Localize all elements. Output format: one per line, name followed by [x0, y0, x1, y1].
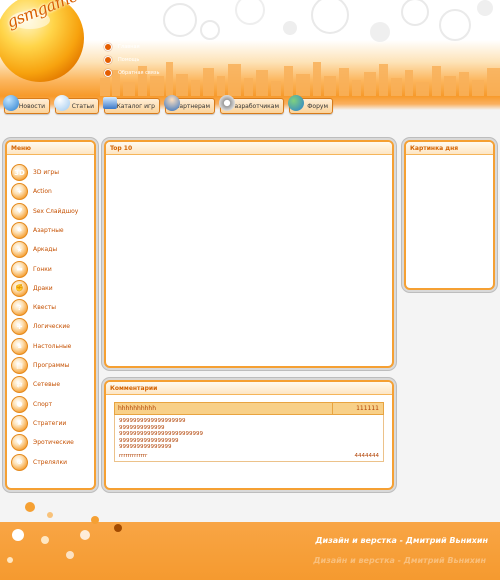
menu-item[interactable]: ★ Аркады — [11, 241, 95, 259]
globe-icon — [3, 95, 19, 111]
menu-item[interactable]: ▬ Гонки — [11, 260, 95, 278]
program-icon: ▤ — [11, 357, 28, 374]
menu-title: Меню — [7, 142, 94, 155]
menu-item[interactable]: ✊ Драки — [11, 279, 95, 297]
3d-icon: 3D — [11, 164, 28, 181]
home-icon — [104, 42, 112, 51]
menu-item[interactable]: ⇄ Сетевые — [11, 376, 95, 394]
header: gsmgame.ru Главная Помощь Обратная связь — [0, 0, 500, 96]
nav-catalog[interactable]: Каталог игр — [103, 97, 160, 114]
picture-of-day-title: Картинка дня — [406, 142, 493, 155]
menu-item-label: Гонки — [33, 265, 52, 273]
menu-item-label: Action — [33, 188, 52, 196]
help-icon — [104, 55, 112, 64]
car-icon: ▬ — [11, 260, 28, 278]
nav-news[interactable]: Новости — [3, 95, 50, 114]
chess-icon: ♞ — [11, 337, 28, 355]
comment-line: 999999999999999 — [119, 444, 172, 450]
nav-forum[interactable]: Форум — [288, 95, 333, 114]
decorative-bubbles — [163, 0, 493, 42]
menu-item-label: 3D игры — [33, 169, 59, 176]
menu-item-label: Настольные — [33, 342, 72, 350]
menu-item[interactable]: ✚ Логические — [11, 318, 95, 336]
nav-label: Разработчикам — [230, 102, 279, 110]
quick-link-home[interactable]: Главная — [104, 40, 159, 53]
quick-link-label: Главная — [118, 43, 140, 50]
nav-label: Каталог игр — [116, 102, 155, 110]
fist-icon: ✊ — [11, 279, 28, 297]
menu-item[interactable]: ⊕ Стрелялки — [11, 453, 95, 471]
picture-of-day-panel: Картинка дня — [404, 140, 495, 290]
nav-partners[interactable]: Партнерам — [164, 95, 215, 114]
person-icon — [164, 95, 180, 111]
comments-panel: Комментарии hhhhhhhhhh 111111 9999999999… — [104, 380, 394, 490]
gear-icon — [219, 95, 235, 111]
menu-item[interactable]: ♞ Настольные — [11, 337, 95, 355]
menu-item-label: Программы — [33, 362, 70, 369]
comment-footer-left: rrrrrrrrrrrrr — [119, 453, 148, 459]
comment-author[interactable]: hhhhhhhhhh — [115, 403, 333, 414]
network-icon: ⇄ — [11, 376, 28, 394]
menu-item[interactable]: ♥ Sex Слайдшоу — [11, 202, 95, 220]
crosshair-icon: ⊕ — [11, 453, 28, 471]
ball-icon: ● — [11, 395, 28, 413]
comments-title: Комментарии — [106, 382, 392, 395]
nav-label: Партнерам — [174, 102, 210, 110]
menu-item[interactable]: ♜ Стратегии — [11, 414, 95, 432]
menu-item[interactable]: ▤ Программы — [11, 357, 95, 374]
menu-item[interactable]: 3D 3D игры — [11, 164, 95, 181]
speech-bubble-icon — [54, 95, 70, 111]
menu-item[interactable]: ♠ Азартные — [11, 221, 95, 239]
menu-item-label: Эротические — [33, 439, 74, 447]
footer-decor-dots — [7, 502, 122, 563]
top10-title: Top 10 — [106, 142, 392, 155]
nav-label: Форум — [307, 102, 328, 110]
quick-links: Главная Помощь Обратная связь — [104, 40, 159, 79]
top10-panel: Top 10 — [104, 140, 394, 368]
mail-icon — [104, 68, 112, 77]
scroll-icon: ? — [11, 299, 28, 317]
quick-link-label: Обратная связь — [118, 69, 160, 76]
menu-item-label: Азартные — [33, 226, 64, 234]
menu-item[interactable]: ♥ Эротические — [11, 434, 95, 452]
star-icon: ★ — [11, 241, 28, 259]
comment-header: hhhhhhhhhh 111111 — [114, 402, 384, 415]
monitor-icon — [103, 97, 117, 109]
gun-icon: ✦ — [11, 183, 28, 201]
quick-link-label: Помощь — [118, 56, 140, 63]
comment-footer-right: 4444444 — [354, 453, 380, 459]
quick-link-feedback[interactable]: Обратная связь — [104, 66, 159, 79]
nav-articles[interactable]: Статьи — [54, 95, 99, 114]
menu-item-label: Квесты — [33, 304, 57, 312]
menu-item-label: Сетевые — [33, 381, 61, 389]
comment-number: 111111 — [356, 405, 379, 412]
lips-icon: ♥ — [11, 202, 28, 220]
comment-body: 9999999999999999999 9999999999999 999999… — [114, 415, 384, 462]
footer-credit: Дизайн и верстка - Дмитрий Вьнихин — [315, 536, 488, 545]
heart-icon: ♥ — [11, 434, 28, 452]
menu-item-label: Логические — [33, 323, 70, 331]
menu-panel: Меню 3D 3D игры ✦ Action ♥ Sex Слайдшоу ♠ Азарт… — [5, 140, 96, 490]
quick-link-help[interactable]: Помощь — [104, 53, 159, 66]
menu-item-label: Драки — [33, 284, 53, 292]
menu-item-label: Аркады — [33, 246, 58, 254]
menu-item-label: Sex Слайдшоу — [33, 207, 79, 215]
puzzle-icon: ✚ — [11, 318, 28, 336]
main-nav: Новости Статьи Каталог игр Партнерам Раз… — [0, 95, 500, 130]
strategy-icon: ♜ — [11, 414, 28, 432]
menu-item-label: Стратегии — [33, 419, 67, 427]
people-icon — [288, 95, 304, 111]
nav-developers[interactable]: Разработчикам — [219, 95, 284, 114]
menu-item-label: Стрелялки — [33, 458, 67, 466]
menu-item-label: Спорт — [33, 400, 53, 408]
comment-footer: rrrrrrrrrrrrr 4444444 — [115, 453, 383, 459]
nav-label: Новости — [18, 102, 45, 110]
dice-icon: ♠ — [11, 221, 28, 239]
nav-label: Статьи — [71, 102, 94, 110]
menu-item[interactable]: ✦ Action — [11, 183, 95, 201]
menu-item[interactable]: ● Спорт — [11, 395, 95, 413]
footer-credit-reflection: Дизайн и верстка - Дмитрий Вьнихин — [313, 556, 486, 565]
menu-item[interactable]: ? Квесты — [11, 299, 95, 317]
